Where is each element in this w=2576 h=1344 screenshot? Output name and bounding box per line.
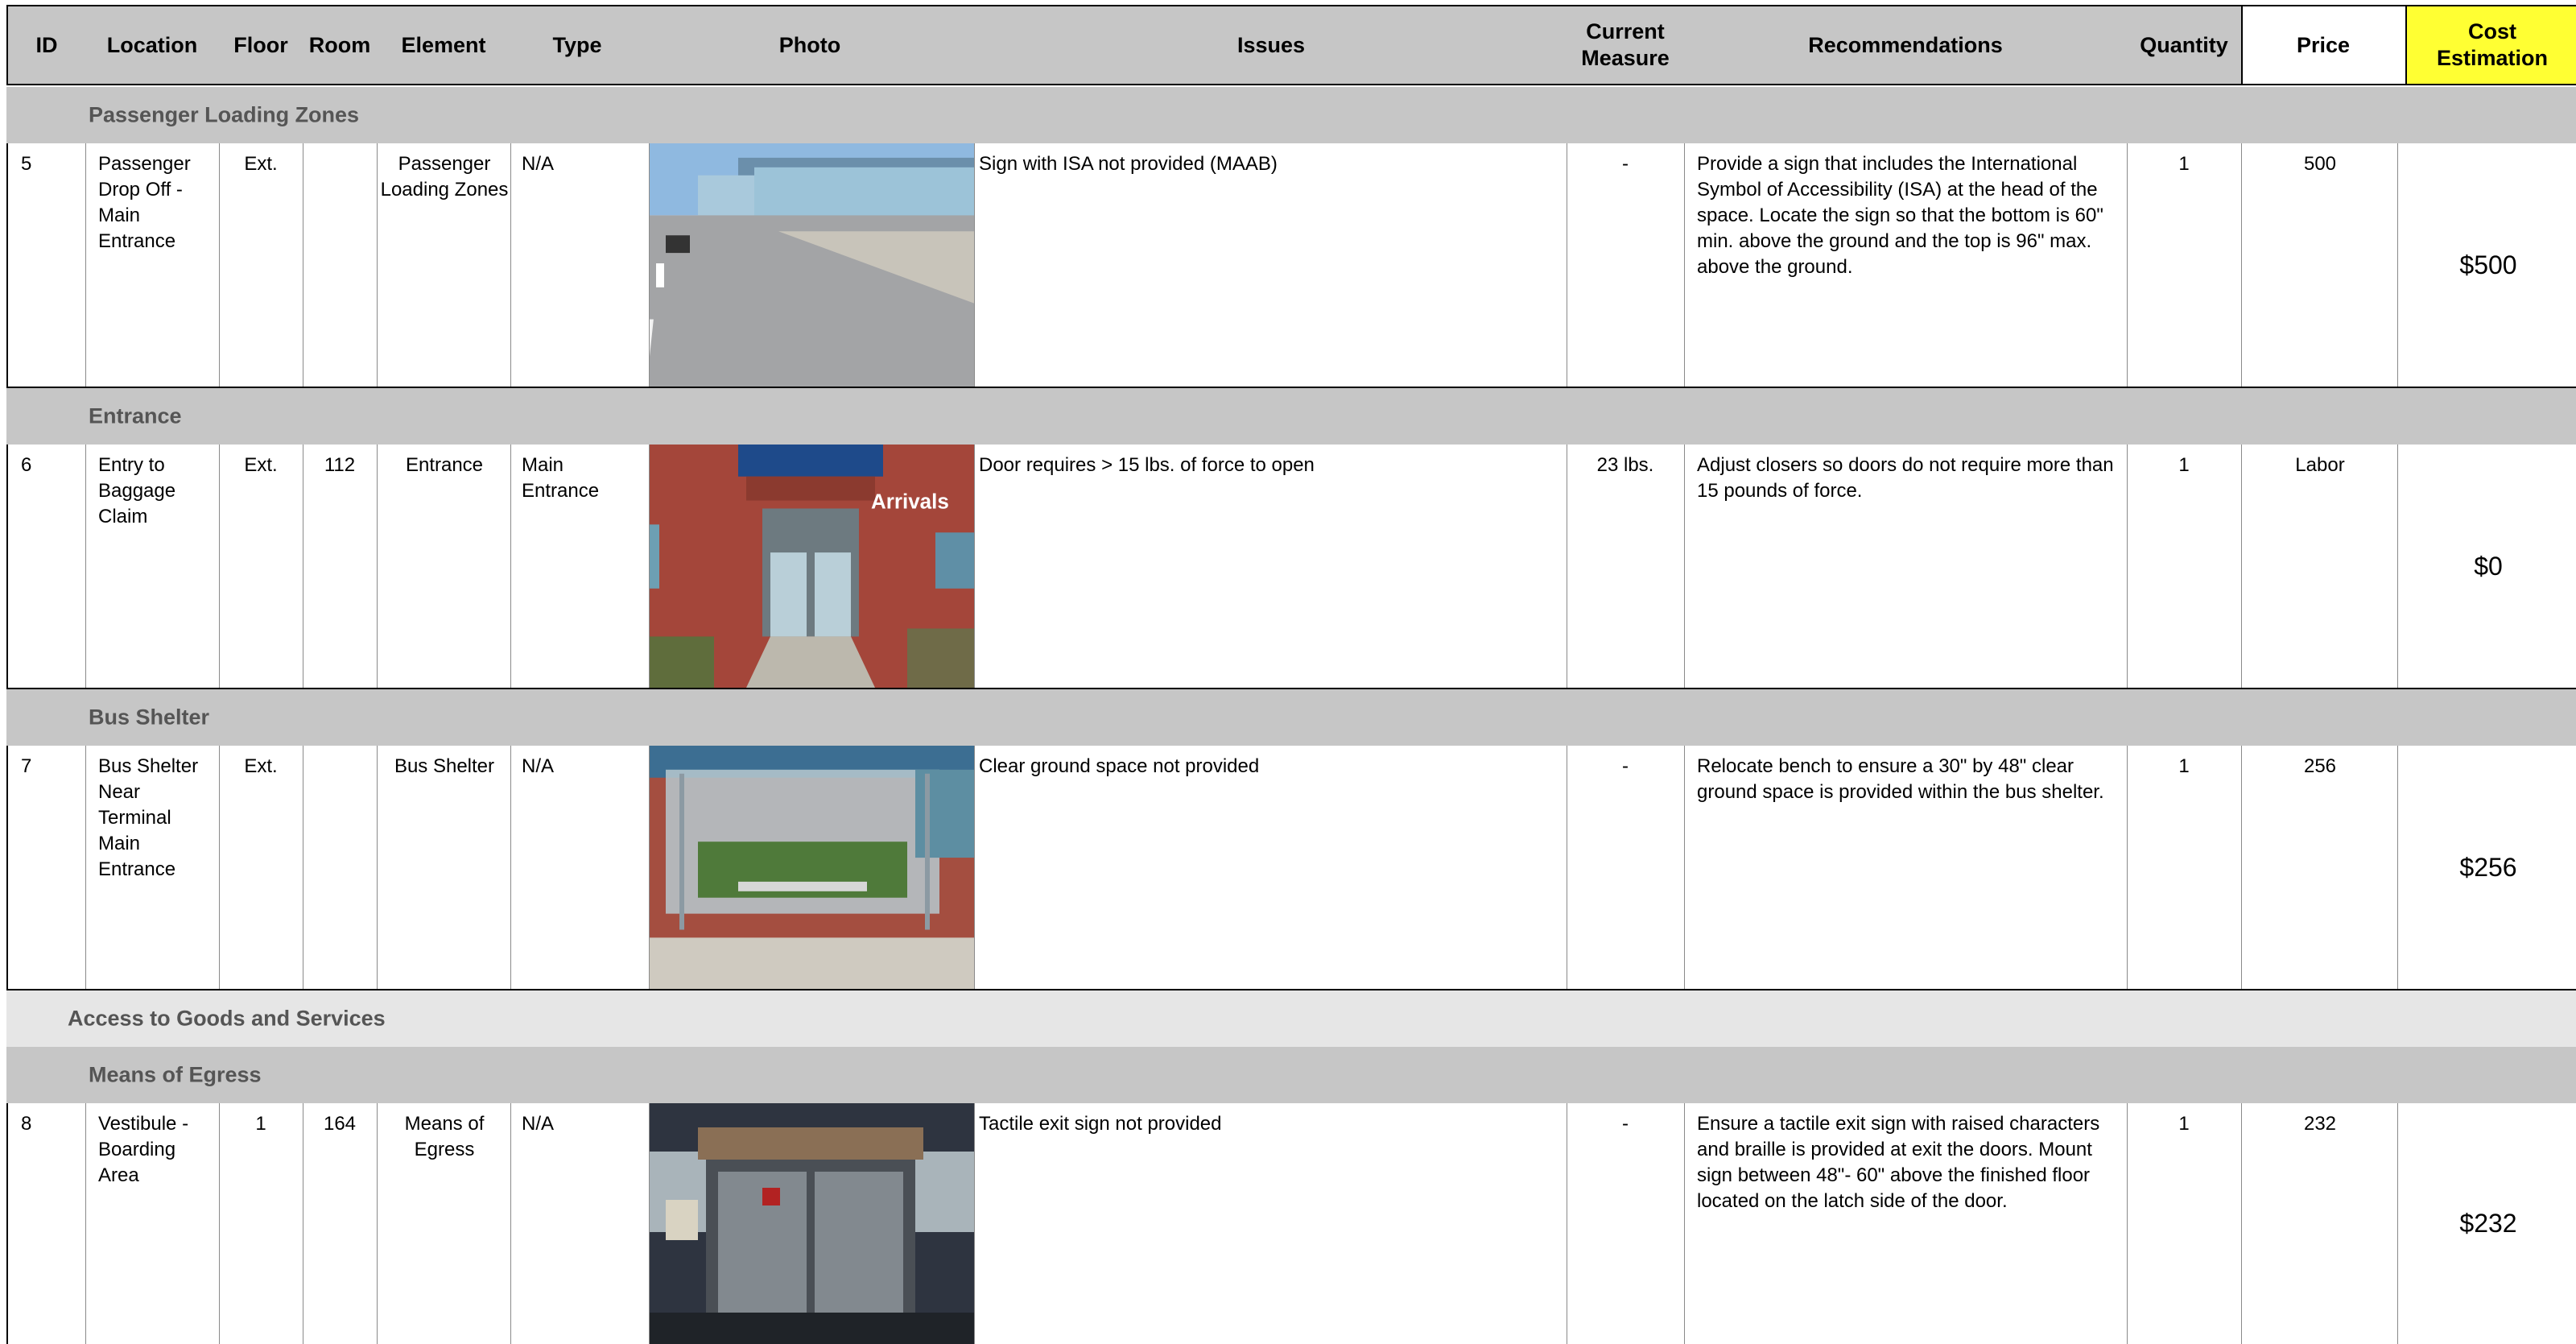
table-row: 6 Entry to Baggage Claim Ext. 112 Entran…	[6, 445, 2576, 689]
cell-id: 6	[21, 454, 32, 476]
table-row: 7 Bus Shelter Near Terminal Main Entranc…	[6, 746, 2576, 990]
cell-room	[303, 746, 377, 989]
band-label: Bus Shelter	[89, 705, 210, 730]
cell-recommendations: Ensure a tactile exit sign with raised c…	[1697, 1113, 2100, 1212]
cell-floor: 1	[255, 1113, 266, 1135]
cell-type: N/A	[522, 1113, 555, 1135]
cell-issues: Clear ground space not provided	[979, 755, 1260, 777]
cell-element: Entrance	[405, 454, 484, 476]
cell-current-measure: -	[1622, 755, 1629, 777]
cell-cost-estimation: $0	[2399, 445, 2576, 688]
cell-type: N/A	[522, 755, 555, 777]
cell-type: N/A	[522, 153, 555, 175]
band-label: Entrance	[89, 403, 182, 428]
cell-price: 500	[2303, 153, 2337, 175]
cell-price: 232	[2303, 1113, 2337, 1135]
header-current-measure: Current Measure	[1581, 19, 1670, 70]
cell-id: 5	[21, 153, 32, 175]
photo-sign-text: Arrivals	[871, 491, 949, 514]
cell-location: Bus Shelter Near Terminal Main Entrance	[98, 755, 199, 880]
header-floor: Floor	[233, 32, 288, 57]
cell-cost-estimation: $500	[2399, 143, 2576, 387]
section-band: Bus Shelter	[6, 689, 2576, 746]
cell-floor: Ext.	[244, 153, 278, 175]
cell-element: Bus Shelter	[394, 755, 495, 777]
section-band: Entrance	[6, 388, 2576, 445]
photo-arrivals-entrance: Arrivals	[650, 445, 974, 688]
cell-quantity: 1	[2178, 755, 2190, 777]
band-label: Means of Egress	[89, 1062, 262, 1087]
cell-current-measure: -	[1622, 153, 1629, 175]
cell-recommendations: Relocate bench to ensure a 30" by 48" cl…	[1697, 755, 2104, 803]
cell-location: Entry to Baggage Claim	[98, 454, 176, 527]
cell-element: Means of Egress	[404, 1113, 485, 1160]
section-band: Means of Egress	[6, 1047, 2576, 1103]
cell-recommendations: Provide a sign that includes the Interna…	[1697, 153, 2103, 278]
band-label: Passenger Loading Zones	[89, 102, 360, 127]
cell-type: Main Entrance	[522, 454, 600, 502]
section-header: Access to Goods and Services	[6, 990, 2576, 1047]
cell-quantity: 1	[2178, 1113, 2190, 1135]
table-header: ID Location Floor Room Element Type Phot…	[6, 5, 2576, 85]
header-cost-estimation: Cost Estimation	[2407, 6, 2576, 84]
cell-location: Vestibule - Boarding Area	[98, 1113, 189, 1186]
cell-room	[303, 143, 377, 387]
cell-quantity: 1	[2178, 454, 2190, 476]
cell-floor: Ext.	[244, 454, 278, 476]
section-header-label: Access to Goods and Services	[68, 1006, 386, 1031]
header-location: Location	[106, 32, 198, 57]
cell-current-measure: 23 lbs.	[1596, 454, 1654, 476]
cell-quantity: 1	[2178, 153, 2190, 175]
header-id: ID	[35, 32, 58, 57]
table-row: 8 Vestibule - Boarding Area 1 164 Means …	[6, 1103, 2576, 1344]
header-quantity: Quantity	[2140, 32, 2228, 57]
header-price: Price	[2241, 6, 2405, 84]
cell-floor: Ext.	[244, 755, 278, 777]
section-band: Passenger Loading Zones	[6, 87, 2576, 143]
header-room: Room	[308, 32, 371, 57]
cell-cost-estimation: $232	[2399, 1103, 2576, 1344]
photo-passenger-dropoff	[650, 143, 974, 387]
photo-bus-shelter	[650, 746, 974, 989]
cell-room: 112	[324, 454, 356, 476]
header-photo: Photo	[778, 32, 841, 57]
cell-element: Passenger Loading Zones	[380, 153, 509, 201]
cell-issues: Door requires > 15 lbs. of force to open	[979, 454, 1315, 476]
cell-id: 7	[21, 755, 32, 777]
cell-price: Labor	[2295, 454, 2345, 476]
table-row: 5 Passenger Drop Off - Main Entrance Ext…	[6, 143, 2576, 388]
photo-vestibule	[650, 1103, 974, 1344]
cell-room: 164	[323, 1113, 357, 1135]
cell-id: 8	[21, 1113, 32, 1135]
header-element: Element	[401, 32, 486, 57]
cell-cost-estimation: $256	[2399, 746, 2576, 989]
cell-issues: Tactile exit sign not provided	[979, 1113, 1222, 1135]
cell-price: 256	[2303, 755, 2337, 777]
header-recommendations: Recommendations	[1808, 32, 2003, 57]
cell-current-measure: -	[1622, 1113, 1629, 1135]
header-type: Type	[552, 32, 602, 57]
cell-issues: Sign with ISA not provided (MAAB)	[979, 153, 1278, 175]
cell-location: Passenger Drop Off - Main Entrance	[98, 153, 191, 252]
header-issues: Issues	[1236, 32, 1306, 57]
cell-recommendations: Adjust closers so doors do not require m…	[1697, 454, 2114, 502]
